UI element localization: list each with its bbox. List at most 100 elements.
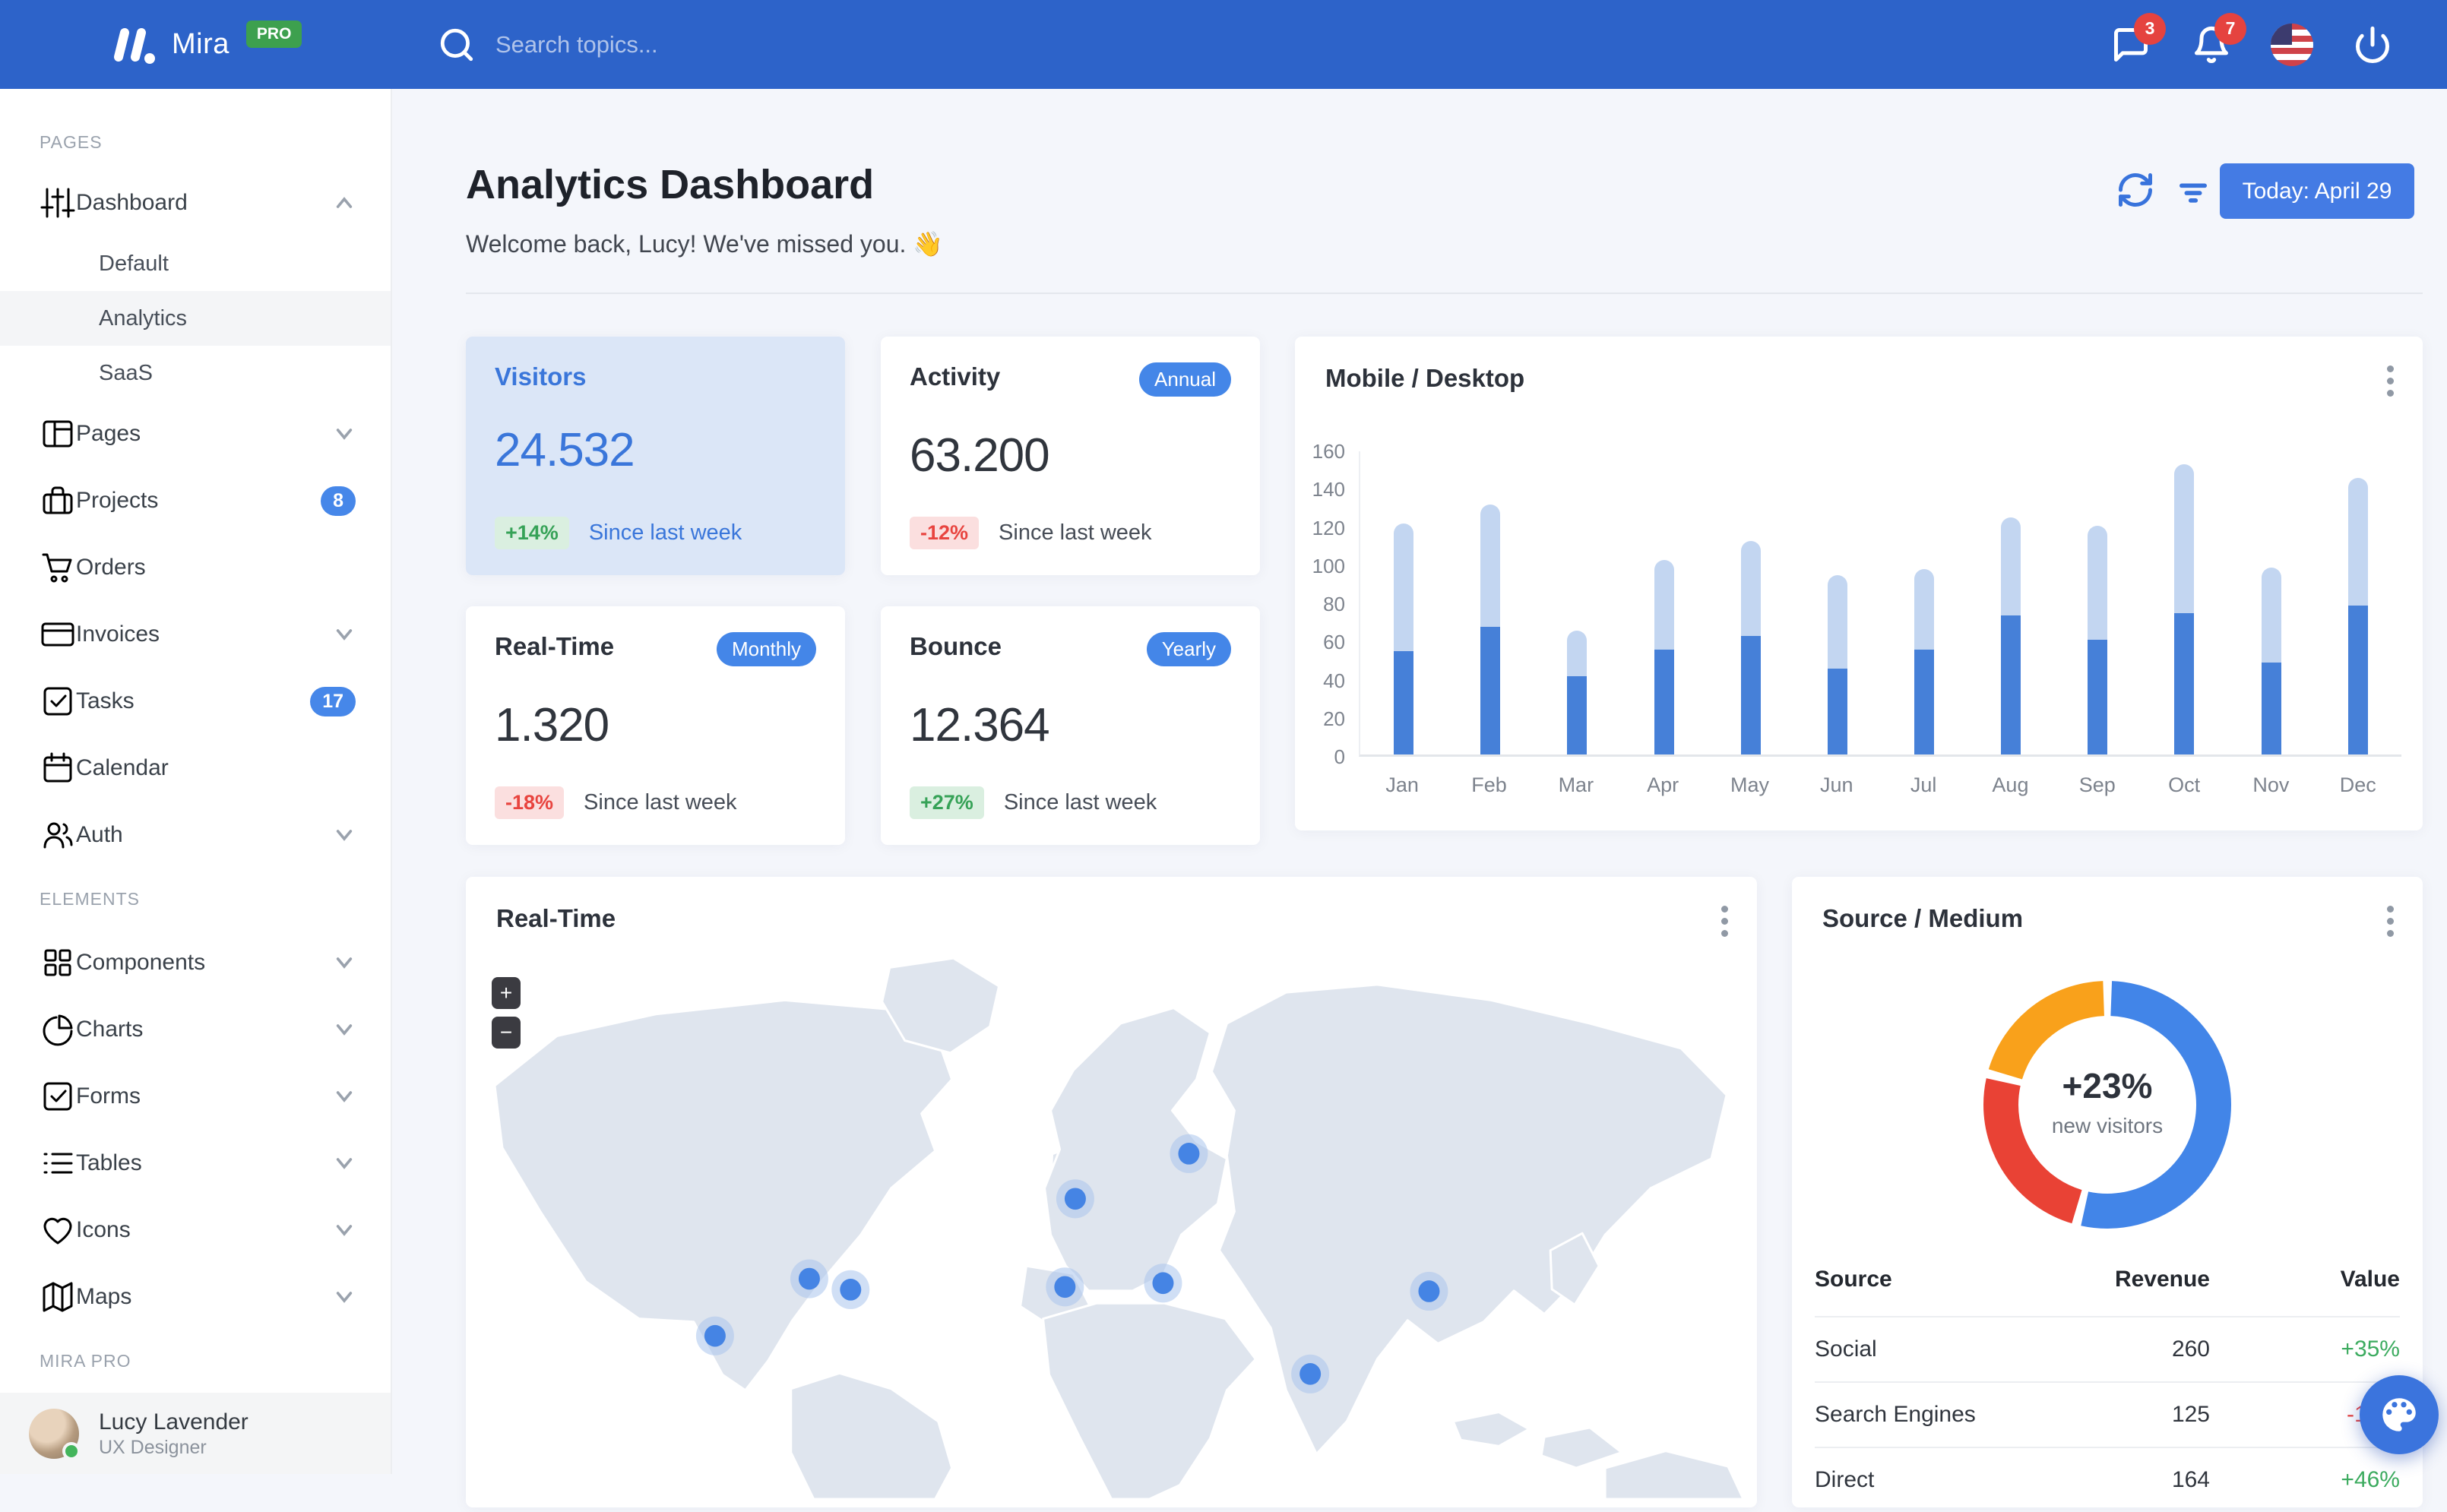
sidebar-section-label: ELEMENTS [40,888,140,909]
sidebar-item-orders[interactable]: Orders [0,534,391,601]
brand[interactable]: Mira PRO [0,20,392,66]
stat-title: Activity [910,362,1001,391]
stat-card-visitors: Visitors 24.532 +14% Since last week [466,337,845,575]
sidebar-item-calendar[interactable]: Calendar [0,735,391,802]
sidebar-item-charts[interactable]: Charts [0,996,391,1063]
sidebar-subitem-default[interactable]: Default [0,236,391,291]
theme-settings-fab[interactable] [2360,1375,2439,1454]
sidebar-item-maps[interactable]: Maps [0,1264,391,1330]
x-axis-label: Oct [2168,773,2201,796]
notifications-button[interactable]: 7 [2190,12,2246,66]
map-icon [43,1282,73,1312]
stat-card-activity: Activity Annual 63.200 -12% Since last w… [881,337,1260,575]
world-map[interactable] [466,955,1757,1499]
sidebar-item-invoices[interactable]: Invoices [0,601,391,668]
sidebar-item-tables[interactable]: Tables [0,1130,391,1197]
table-row-direct[interactable]: Direct 164 +46% [1815,1447,2400,1512]
stat-note: Since last week [999,520,1152,545]
card-menu-button[interactable] [2386,365,2394,397]
sidebar-subitem-label: Analytics [99,305,188,331]
card-menu-button[interactable] [1720,906,1728,937]
y-axis-tick: 160 [1312,440,1345,463]
date-range-button[interactable]: Today: April 29 [2220,163,2414,219]
bar-segment-mobile [1394,524,1414,652]
sidebar-item-dashboard[interactable]: Dashboard [0,169,391,236]
notifications-count-badge: 7 [2214,12,2246,45]
sidebar-item-pages[interactable]: Pages [0,400,391,467]
map-marker-1[interactable] [704,1324,726,1347]
table-row-search-engines[interactable]: Search Engines125-12% [1815,1381,2400,1447]
map-marker-6[interactable] [1178,1143,1200,1165]
sidebar-item-label: Invoices [76,622,160,647]
bar-segment-desktop [1914,649,1935,754]
bar-sep [2088,525,2108,754]
chevron-up-icon [336,197,353,208]
bar-segment-mobile [1567,630,1588,676]
filter-icon[interactable] [2173,172,2213,212]
card-menu-button[interactable] [2386,906,2394,937]
bar-aug [2001,517,2021,754]
sidebar-item-components[interactable]: Components [0,929,391,996]
map-marker-2[interactable] [798,1267,820,1290]
column-header-revenue: Revenue [2114,1267,2210,1292]
source-cell: Search Engines [1815,1402,1976,1427]
map-marker-9[interactable] [1418,1280,1440,1302]
chevron-down-icon [336,1158,353,1169]
bar-segment-desktop [2261,663,2281,754]
stat-card-real-time: Real-Time Monthly 1.320 -18% Since last … [466,606,845,845]
bar-chart [1359,451,2401,757]
search-input[interactable] [495,30,1027,59]
pro-badge: PRO [245,20,302,48]
sidebar-item-label: Projects [76,488,159,513]
messages-button[interactable]: 3 [2110,12,2166,66]
bar-may [1740,540,1761,754]
sidebar-item-label: Dashboard [76,190,188,215]
sidebar-user[interactable]: Lucy Lavender UX Designer [0,1393,391,1474]
map-marker-4[interactable] [1064,1188,1086,1210]
navbar-actions: 3 7 [2110,12,2447,66]
donut-center-value: +23% [2062,1066,2153,1106]
sidebar-item-label: Icons [76,1217,131,1242]
online-status-dot [62,1441,81,1460]
period-badge: Monthly [716,632,816,666]
map-zoom-out-button[interactable]: − [492,1017,521,1049]
map-zoom-in-button[interactable]: + [492,977,521,1009]
bar-segment-mobile [2261,567,2281,663]
map-marker-8[interactable] [1299,1363,1322,1385]
sidebar-item-label: Tasks [76,688,135,713]
stat-value: 24.532 [495,424,635,476]
donut-center-label: new visitors [2051,1114,2164,1137]
sidebar-subitem-analytics[interactable]: Analytics [0,291,391,346]
refresh-icon[interactable] [2116,170,2155,210]
sidebar-item-projects[interactable]: Projects 8 [0,467,391,534]
sidebar-item-tasks[interactable]: Tasks 17 [0,668,391,735]
chevron-down-icon [336,1225,353,1236]
y-axis-tick: 140 [1312,478,1345,501]
sign-out-button[interactable] [2351,24,2394,66]
bar-segment-mobile [2347,477,2368,606]
sidebar-item-icons[interactable]: Icons [0,1197,391,1264]
map-marker-7[interactable] [1152,1272,1174,1295]
sidebar-subitem-saas[interactable]: SaaS [0,346,391,400]
sidebar-item-label: Auth [76,822,123,847]
sidebar-item-auth[interactable]: Auth [0,802,391,868]
bar-segment-mobile [1740,540,1761,637]
bar-apr [1654,559,1674,754]
map-marker-3[interactable] [840,1279,862,1301]
period-badge: Annual [1139,362,1231,397]
language-button[interactable] [2271,23,2313,66]
bar-segment-desktop [1827,668,1847,754]
y-axis-tick: 80 [1323,593,1345,615]
bar-segment-mobile [2174,464,2195,614]
stat-note: Since last week [584,790,737,815]
table-row-social[interactable]: Social 260 +35% [1815,1316,2400,1381]
chevron-down-icon [336,1292,353,1303]
cart-icon [42,553,72,583]
chevron-down-icon [336,830,353,841]
bar-segment-desktop [2088,640,2108,754]
heart-icon [43,1217,72,1245]
map-marker-5[interactable] [1054,1276,1076,1298]
x-axis-label: May [1730,773,1769,796]
sidebar-item-forms[interactable]: Forms [0,1063,391,1130]
chevron-down-icon [336,1091,353,1102]
